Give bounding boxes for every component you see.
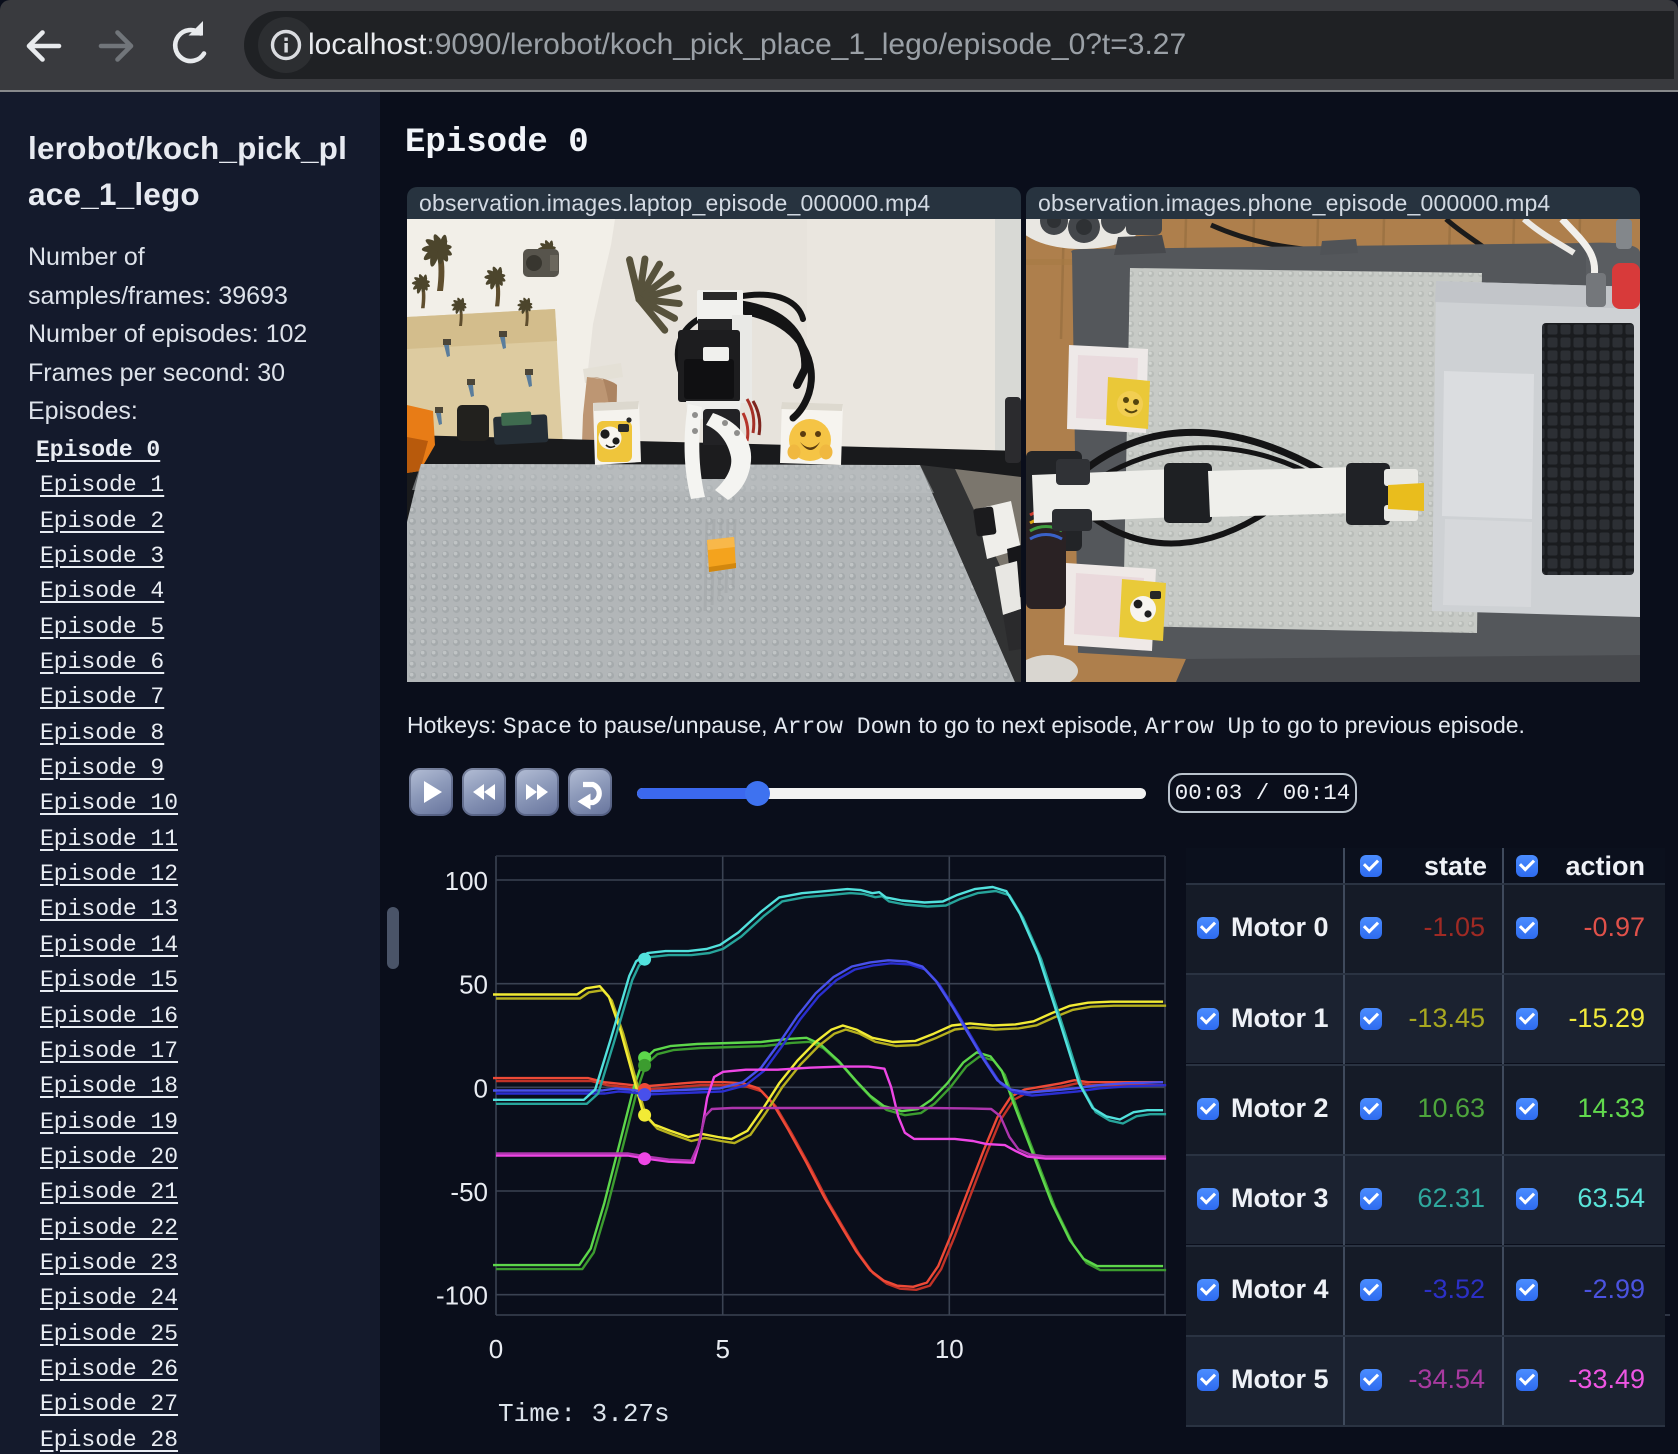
svg-text:50: 50 [459, 970, 488, 1000]
svg-text:10: 10 [935, 1334, 964, 1364]
svg-text:-100: -100 [436, 1281, 488, 1311]
svg-text:0: 0 [489, 1334, 503, 1364]
svg-text:100: 100 [445, 866, 488, 896]
svg-text:Time: 3.27s: Time: 3.27s [498, 1399, 670, 1429]
svg-text:0: 0 [474, 1073, 488, 1103]
svg-text:5: 5 [715, 1334, 729, 1364]
svg-text:-50: -50 [450, 1177, 488, 1207]
